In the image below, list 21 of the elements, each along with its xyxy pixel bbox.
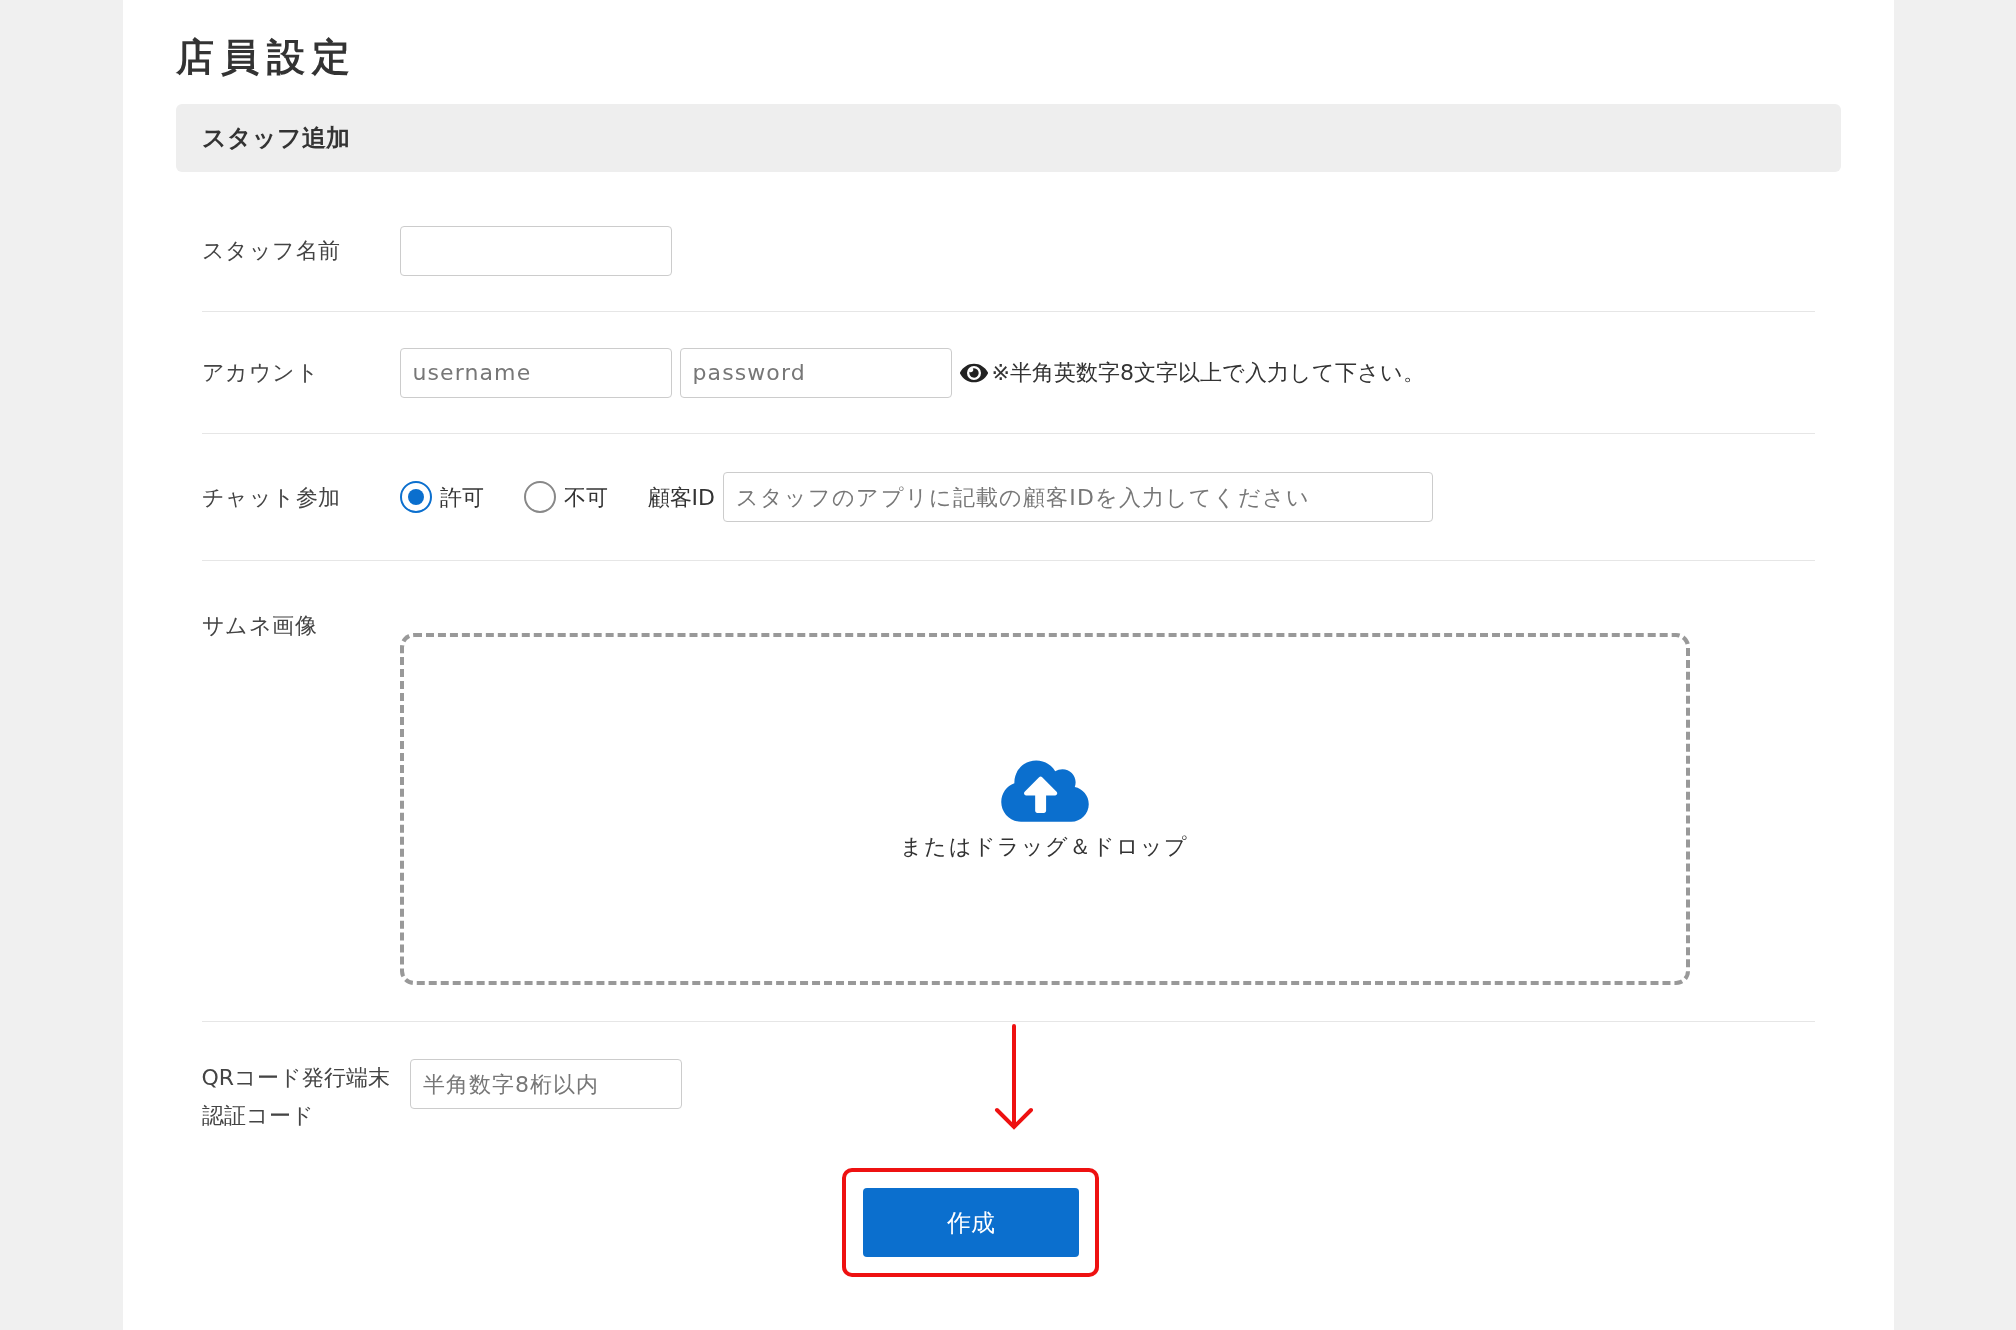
field-label: QRコード発行端末認証コード — [201, 1064, 392, 1130]
field-label: チャット参加 — [201, 483, 342, 512]
radio-button[interactable] — [523, 481, 556, 513]
image-dropzone[interactable]: またはドラッグ＆ドロップ — [399, 633, 1690, 985]
radio-option[interactable]: 許可 — [399, 480, 484, 514]
radio-button[interactable] — [399, 481, 432, 513]
password-field[interactable]: password — [679, 347, 952, 398]
dropzone-text: またはドラッグ＆ドロップ — [900, 832, 1189, 861]
radio-option[interactable]: 不可 — [523, 480, 608, 514]
customer-id-field[interactable]: スタッフのアプリに記載の顧客IDを入力してください — [722, 472, 1433, 522]
field-label: アカウント — [201, 359, 321, 387]
password-hint: ※半角英数字8文字以上で入力して下さい。 — [991, 359, 1425, 387]
field-label: 顧客ID — [647, 483, 715, 512]
create-button[interactable]: 作成 — [862, 1188, 1079, 1257]
page-title: 店員設定 — [175, 38, 359, 76]
field-label: スタッフ名前 — [201, 237, 342, 265]
staff-name-field[interactable] — [399, 226, 672, 276]
field-label: サムネ画像 — [201, 612, 319, 640]
username-field[interactable]: username — [399, 347, 672, 398]
section-title: スタッフ追加 — [201, 123, 350, 154]
auth-code-field[interactable]: 半角数字8桁以内 — [409, 1059, 682, 1109]
